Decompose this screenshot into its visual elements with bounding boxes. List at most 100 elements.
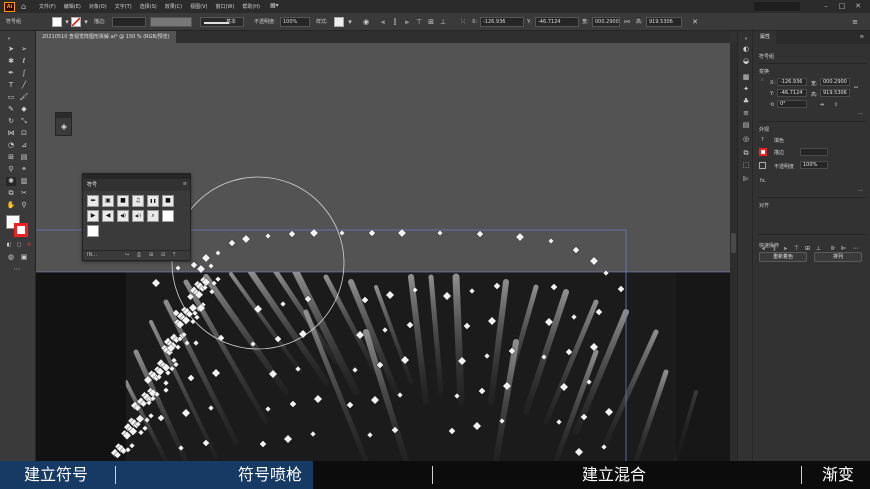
symbol-pause[interactable]: ❚❚ xyxy=(147,195,159,207)
flip-vertical-icon[interactable]: ⇳ xyxy=(834,102,838,108)
screen-mode-icon[interactable]: ▣ xyxy=(19,253,29,262)
symbol-camera[interactable]: ▣ xyxy=(102,195,114,207)
symbol-music[interactable]: ♫ xyxy=(132,195,144,207)
symbol-libraries-menu[interactable]: IN… xyxy=(87,252,97,258)
default-colors-icon[interactable]: ◧ xyxy=(4,241,14,250)
align-right-icon[interactable]: ⫸ xyxy=(402,17,412,27)
menu-object[interactable]: 对象(O) xyxy=(89,3,107,10)
column-graph-tool-icon[interactable]: ▥ xyxy=(19,177,29,186)
search-input[interactable] xyxy=(754,2,800,11)
color-panel-icon[interactable]: ◐ xyxy=(741,45,751,54)
height-input[interactable]: 919.5306 xyxy=(646,17,682,27)
opacity-input[interactable]: 100% xyxy=(800,161,828,169)
none-mode-icon[interactable]: ⊘ xyxy=(24,241,34,250)
panel-menu-icon[interactable]: ≡ xyxy=(850,17,860,27)
symbols-panel-title[interactable]: 符号 xyxy=(87,181,97,189)
constrain-icon[interactable]: ⚯ xyxy=(854,85,858,91)
symbol-mute[interactable]: ◀ xyxy=(102,210,114,222)
symbol-search[interactable]: ⌕ xyxy=(147,210,159,222)
flip-horizontal-icon[interactable]: ⇹ xyxy=(820,102,824,108)
align-vcenter-icon[interactable]: ⊞ xyxy=(804,245,811,252)
artboard-tool-icon[interactable]: ⧉ xyxy=(6,189,16,198)
place-symbol-icon[interactable]: ↪ xyxy=(125,252,129,258)
reference-point-icon[interactable]: ⁙ xyxy=(760,77,764,83)
stroke-weight-input[interactable] xyxy=(800,148,828,156)
perspective-grid-tool-icon[interactable]: ⊿ xyxy=(19,141,29,150)
distribute-spacing-icon[interactable]: ⊫ xyxy=(840,245,847,252)
opacity-label[interactable]: 不透明度: xyxy=(254,17,276,27)
width-tool-icon[interactable]: ⋈ xyxy=(6,129,16,138)
more-options-icon[interactable]: ⋯ xyxy=(858,188,863,194)
paintbrush-tool-icon[interactable]: 🖌 xyxy=(19,93,29,102)
hand-tool-icon[interactable]: ✋ xyxy=(6,201,16,210)
layers-icon[interactable]: ◈ xyxy=(59,122,69,132)
opacity-input[interactable]: 100% xyxy=(280,17,310,27)
rotate-tool-icon[interactable]: ↻ xyxy=(6,117,16,126)
color-guide-icon[interactable]: ◒ xyxy=(741,57,751,66)
panel-menu-icon[interactable]: ≡ xyxy=(183,181,187,187)
minimize-button[interactable]: – xyxy=(818,0,834,13)
dock-collapse-icon[interactable]: « xyxy=(741,35,751,44)
fx-menu[interactable]: fx. xyxy=(760,178,766,184)
curvature-tool-icon[interactable]: ∫ xyxy=(19,69,29,78)
x-input[interactable]: -126.936 xyxy=(480,17,524,27)
y-input[interactable]: -46.7124 xyxy=(777,89,807,97)
symbol-phone[interactable]: ■ xyxy=(117,195,129,207)
shaper-tool-icon[interactable]: ✎ xyxy=(6,105,16,114)
stroke-color-swatch[interactable] xyxy=(14,223,28,237)
break-link-icon[interactable]: ⎙ xyxy=(137,252,141,258)
stroke-icon[interactable]: ≡ xyxy=(741,109,751,118)
align-to-icon[interactable]: ⋯ xyxy=(852,245,859,252)
h-input[interactable]: 919.5306 xyxy=(820,89,850,97)
rotate-input[interactable]: 0° xyxy=(777,100,807,108)
zoom-tool-icon[interactable]: ⚲ xyxy=(19,201,29,210)
stroke-weight-input[interactable] xyxy=(112,17,146,27)
recolor-button[interactable]: 重新着色 xyxy=(759,252,807,262)
constrain-proportions-icon[interactable]: ⚯ xyxy=(622,17,632,27)
line-tool-icon[interactable]: ╱ xyxy=(19,81,29,90)
selection-tool-icon[interactable]: ➤ xyxy=(6,45,16,54)
panel-menu-icon[interactable]: ≡ xyxy=(860,34,864,40)
arrange-documents-icon[interactable]: ▦▾ xyxy=(270,2,279,9)
align-icon[interactable]: ⊫ xyxy=(741,175,751,184)
magic-wand-tool-icon[interactable]: ✱ xyxy=(6,57,16,66)
menu-edit[interactable]: 编辑(E) xyxy=(64,3,81,10)
symbols-icon[interactable]: ♣ xyxy=(741,97,751,106)
tab-properties[interactable]: 属性 xyxy=(754,31,777,44)
align-right-icon[interactable]: ⫸ xyxy=(782,245,789,252)
free-transform-tool-icon[interactable]: ⊡ xyxy=(19,129,29,138)
x-input[interactable]: -126.936 xyxy=(777,78,807,86)
gradient-mode-icon[interactable]: ▢ xyxy=(14,241,24,250)
symbol-sprayer-tool-icon[interactable]: ✺ xyxy=(6,177,16,186)
fill-question-icon[interactable]: ? xyxy=(761,137,764,143)
gradient-tool-icon[interactable]: ▤ xyxy=(19,153,29,162)
toolbar-grip[interactable]: » xyxy=(4,37,14,42)
menu-window[interactable]: 窗口(W) xyxy=(215,3,234,10)
close-button[interactable]: ✕ xyxy=(850,0,866,13)
w-input[interactable]: 000.2900 xyxy=(820,78,850,86)
brushes-icon[interactable]: ✦ xyxy=(741,85,751,94)
align-top-icon[interactable]: ⊤ xyxy=(414,17,424,27)
maximize-button[interactable]: □ xyxy=(834,0,850,13)
menu-type[interactable]: 文字(T) xyxy=(115,3,132,10)
opacity-checkbox-icon[interactable] xyxy=(759,162,766,169)
symbol-stop[interactable]: ■ xyxy=(162,195,174,207)
distribute-icon[interactable]: ⊪ xyxy=(830,245,837,252)
brush-definition-select[interactable] xyxy=(200,17,244,27)
swatches-icon[interactable]: ▦ xyxy=(741,73,751,82)
document-tab[interactable]: 20210510 查视觉阵图形拆解.ai* @ 150 % (RGB/预览) xyxy=(36,31,176,43)
symbol-new-white[interactable] xyxy=(87,225,99,237)
type-tool-icon[interactable]: T xyxy=(6,81,16,90)
graphic-style-swatch[interactable] xyxy=(334,17,344,27)
align-left-icon[interactable]: ⫷ xyxy=(378,17,388,27)
gradient-icon[interactable]: ▤ xyxy=(741,121,751,130)
stroke-swatch[interactable] xyxy=(759,148,767,156)
arrange-button[interactable]: 排列 xyxy=(814,252,862,262)
align-center-icon[interactable]: ⫿ xyxy=(390,17,400,27)
menu-help[interactable]: 帮助(H) xyxy=(242,3,260,10)
symbol-play[interactable]: ▶ xyxy=(87,210,99,222)
pen-tool-icon[interactable]: ✒ xyxy=(6,69,16,78)
fill-swatch[interactable] xyxy=(52,17,62,27)
mesh-tool-icon[interactable]: ⊞ xyxy=(6,153,16,162)
y-input[interactable]: -46.7124 xyxy=(535,17,579,27)
